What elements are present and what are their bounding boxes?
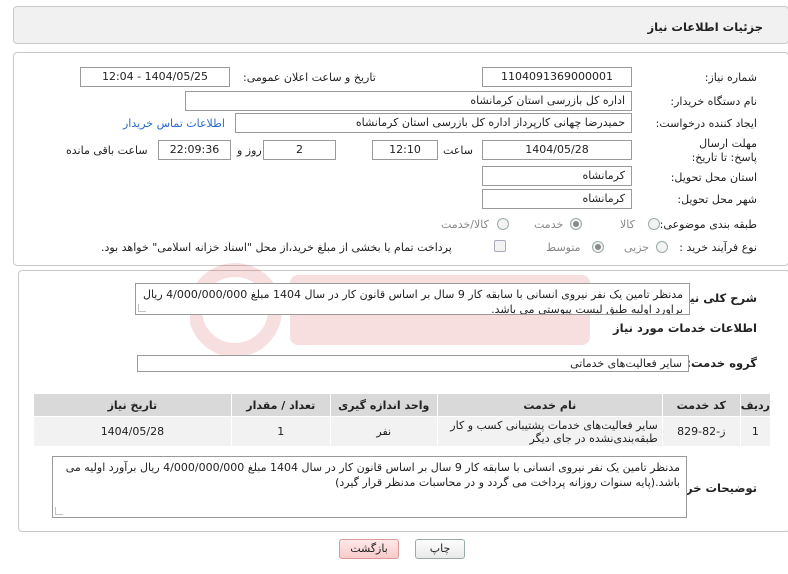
buyer-notes-text: مدنظر تامین یک نفر نیروی انسانی با سابقه… [65, 461, 680, 489]
process-radio-minor[interactable] [656, 241, 668, 253]
header-bar: جزئیات اطلاعات نیاز [13, 6, 788, 44]
deadline-date-field[interactable]: 1404/05/28 [482, 140, 632, 160]
payment-note: پرداخت تمام یا بخشی از مبلغ خرید،از محل … [101, 241, 452, 254]
cell-service-code: ز-82-829 [661, 416, 741, 447]
province-field[interactable]: کرمانشاه [482, 166, 632, 186]
process-label: نوع فرآیند خرید : [679, 241, 757, 254]
treasury-checkbox[interactable] [494, 240, 506, 252]
summary-textarea[interactable]: مدنظر تامین یک نفر نیروی انسانی با سابقه… [135, 283, 690, 315]
services-section-title: اطلاعات خدمات مورد نیاز [613, 321, 757, 335]
category-option-service: خدمت [534, 218, 564, 231]
deadline-time-label: ساعت [443, 144, 473, 157]
buyer-notes-textarea[interactable]: مدنظر تامین یک نفر نیروی انسانی با سابقه… [52, 456, 687, 518]
category-radio-goods[interactable] [648, 218, 660, 230]
creator-label: ایجاد کننده درخواست: [655, 117, 757, 130]
deadline-time-field[interactable]: 12:10 [372, 140, 438, 160]
column-header-unit: واحد اندازه گیری [329, 393, 438, 417]
category-radio-service[interactable] [570, 218, 582, 230]
cell-need-date: 1404/05/28 [33, 416, 232, 447]
table-header-row: ردیف کد خدمت نام خدمت واحد اندازه گیری ت… [33, 393, 772, 417]
creator-field[interactable]: حمیدرضا چهانی کارپرداز اداره کل بازرسی ا… [235, 113, 632, 133]
buyer-org-field[interactable]: اداره کل بازرسی استان کرمانشاه [185, 91, 632, 111]
city-field[interactable]: کرمانشاه [482, 189, 632, 209]
announce-field[interactable]: 1404/05/25 - 12:04 [80, 67, 230, 87]
remaining-time-field[interactable]: 22:09:36 [158, 140, 231, 160]
column-header-need-date: تاریخ نیاز [33, 393, 232, 417]
services-table: ردیف کد خدمت نام خدمت واحد اندازه گیری ت… [33, 393, 772, 447]
city-label: شهر محل تحویل: [677, 193, 757, 206]
page: جزئیات اطلاعات نیاز شماره نیاز: 11040913… [0, 0, 788, 574]
summary-text: مدنظر تامین یک نفر نیروی انسانی با سابقه… [142, 288, 683, 315]
column-header-service-name: نام خدمت [436, 393, 663, 417]
province-label: استان محل تحویل: [670, 171, 757, 184]
days-label: روز و [237, 144, 262, 157]
table-row: 1 ز-82-829 سایر فعالیت‌های خدمات پشتیبان… [33, 416, 772, 447]
need-number-label: شماره نیاز: [704, 71, 757, 84]
category-radio-goods-service[interactable] [497, 218, 509, 230]
resize-grip-icon[interactable] [55, 507, 63, 515]
print-button[interactable]: چاپ [415, 539, 465, 559]
process-option-minor: جزیی [624, 241, 650, 254]
cell-service-name: سایر فعالیت‌های خدمات پشتیبانی کسب و کار… [436, 416, 663, 447]
category-option-goods: کالا [620, 218, 635, 231]
remaining-time-label: ساعت باقی مانده [66, 144, 148, 157]
deadline-label: مهلت ارسال پاسخ: تا تاریخ: [691, 137, 757, 164]
process-option-medium: متوسط [546, 241, 581, 254]
page-title: جزئیات اطلاعات نیاز [647, 20, 763, 34]
service-group-label: گروه خدمت: [686, 356, 757, 370]
cell-quantity: 1 [230, 416, 331, 447]
column-header-service-code: کد خدمت [661, 393, 741, 417]
announce-label: تاریخ و ساعت اعلان عمومی: [243, 71, 376, 84]
buyer-org-label: نام دستگاه خریدار: [670, 95, 757, 108]
category-option-goods-service: کالا/خدمت [441, 218, 489, 231]
cell-row-number: 1 [739, 416, 772, 447]
resize-grip-icon[interactable] [138, 304, 146, 312]
cell-unit: نفر [329, 416, 438, 447]
need-number-field[interactable]: 1104091369000001 [482, 67, 632, 87]
service-group-field[interactable]: سایر فعالیت‌های خدماتی [137, 355, 689, 372]
contact-info-link[interactable]: اطلاعات تماس خریدار [123, 117, 225, 130]
column-header-row-number: ردیف [739, 393, 772, 417]
back-button[interactable]: بازگشت [339, 539, 399, 559]
days-field[interactable]: 2 [263, 140, 336, 160]
category-label: طبقه بندی موضوعی: [659, 218, 757, 231]
column-header-quantity: تعداد / مقدار [230, 393, 331, 417]
process-radio-medium[interactable] [592, 241, 604, 253]
